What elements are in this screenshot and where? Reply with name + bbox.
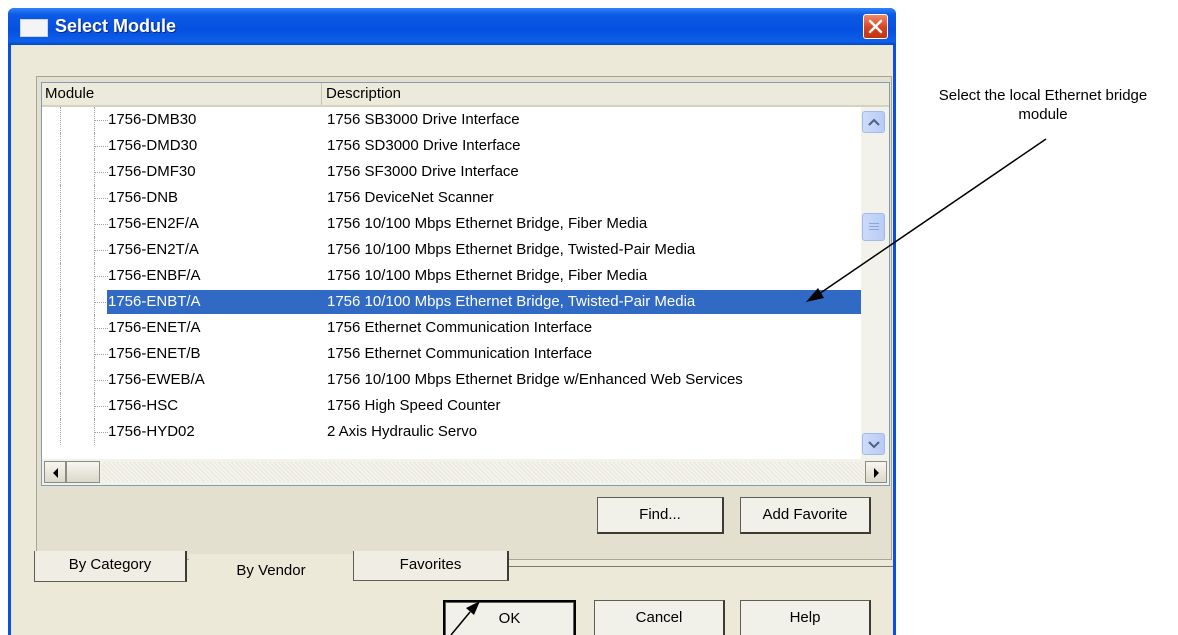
callout-arrow-line xyxy=(815,138,1047,297)
ok-arrow-line xyxy=(450,611,471,635)
annotation-arrows xyxy=(450,138,1047,635)
callout-arrow-head xyxy=(806,288,824,302)
ok-arrow-head xyxy=(466,601,480,615)
